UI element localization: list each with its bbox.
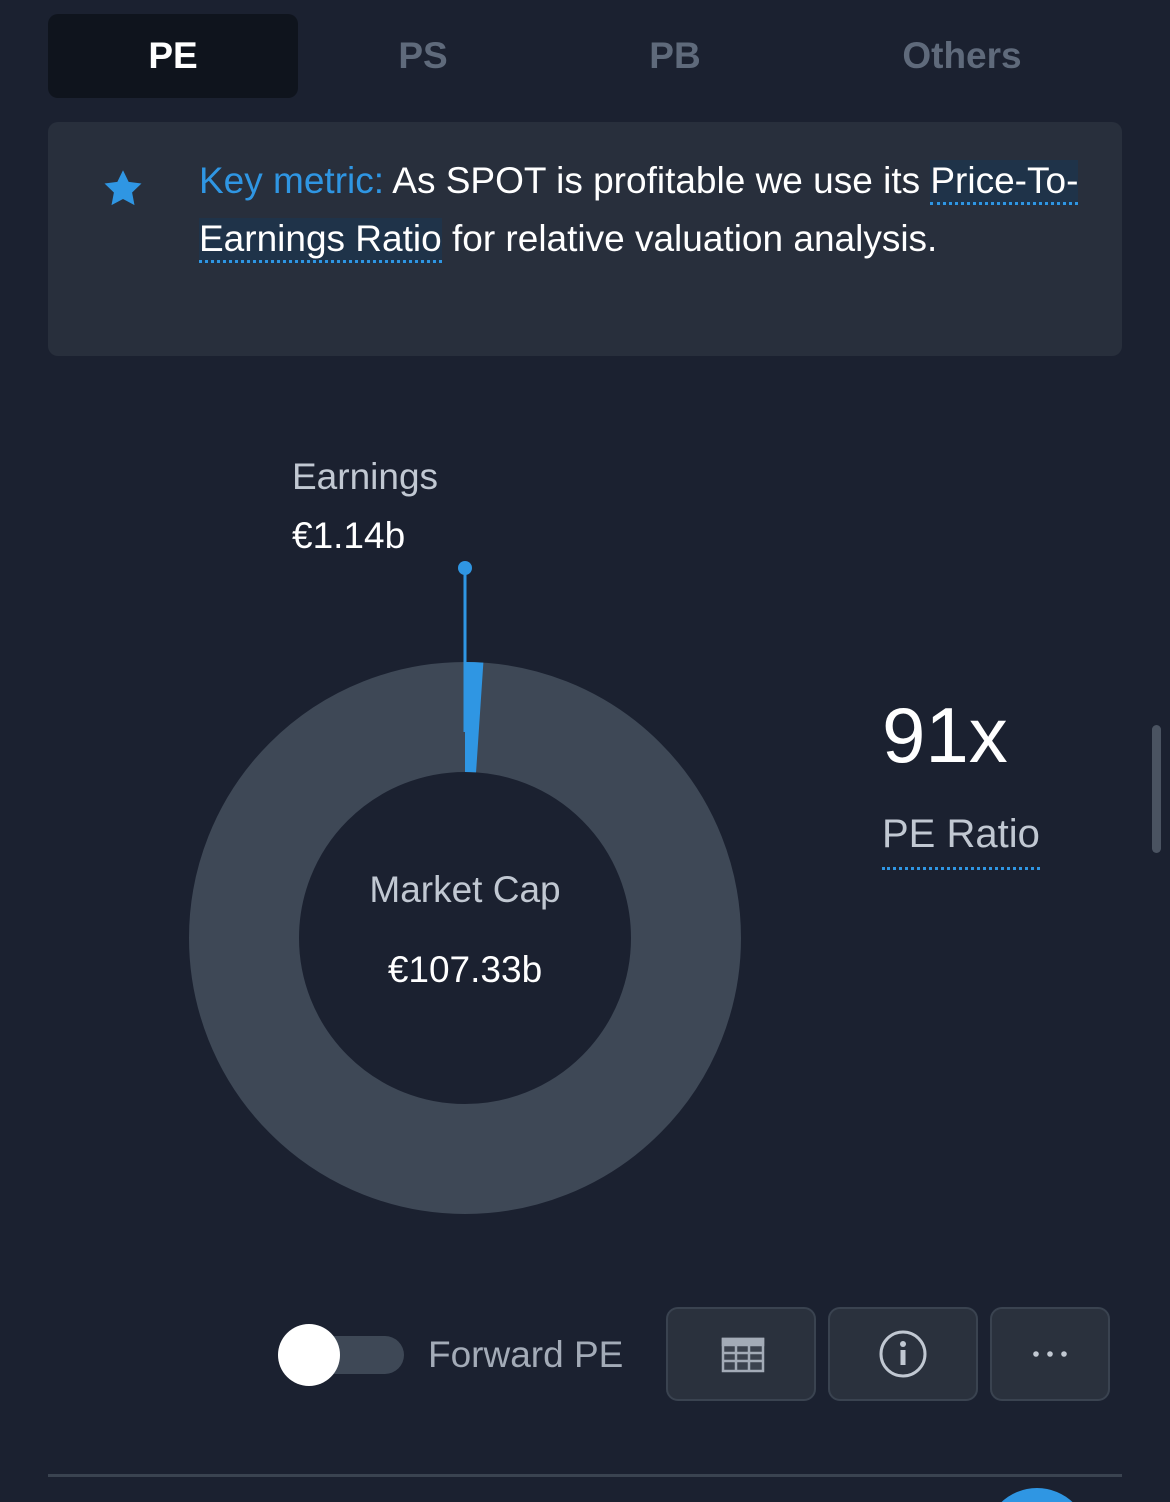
- toggle-knob: [278, 1324, 340, 1386]
- forward-pe-label: Forward PE: [428, 1334, 624, 1375]
- table-view-button[interactable]: [666, 1307, 816, 1401]
- pe-ratio-label[interactable]: PE Ratio: [882, 812, 1040, 870]
- more-options-button[interactable]: [990, 1307, 1110, 1401]
- market-cap-label: Market Cap: [369, 869, 561, 910]
- more-icon: [1033, 1351, 1067, 1357]
- info-icon: [879, 1330, 927, 1378]
- earnings-leader-dot: [458, 561, 472, 575]
- section-divider: [48, 1474, 1122, 1477]
- scrollbar[interactable]: [1152, 725, 1161, 853]
- valuation-panel: PE PS PB Others Key metric: As SPOT is p…: [0, 0, 1170, 1502]
- market-cap-ring: [189, 662, 741, 1214]
- info-button[interactable]: [828, 1307, 978, 1401]
- table-icon: [721, 1337, 765, 1373]
- market-cap-value: €107.33b: [387, 949, 543, 990]
- forward-pe-toggle[interactable]: [278, 1324, 408, 1386]
- pe-ratio-value: 91x: [882, 691, 1008, 779]
